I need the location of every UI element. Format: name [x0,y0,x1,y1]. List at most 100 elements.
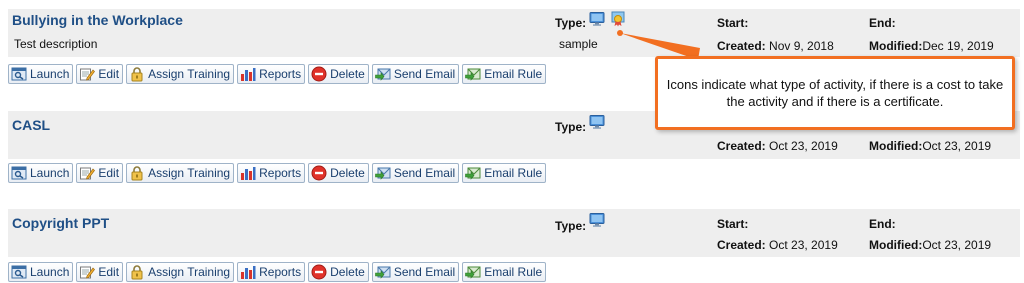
launch-icon [11,66,27,82]
start-label: Start: [717,16,749,30]
activity-title[interactable]: Copyright PPT [12,215,109,231]
activity-row: Copyright PPT Type: Start: End: Created:… [8,209,1020,257]
launch-label: Launch [30,166,70,180]
launch-label: Launch [30,67,70,81]
email-rule-label: Email Rule [484,265,543,279]
created-label: Created: [717,139,766,153]
launch-icon [11,165,27,181]
created-value: Oct 23, 2019 [769,238,838,252]
reports-label: Reports [259,166,302,180]
activity-title[interactable]: CASL [12,117,50,133]
reports-button[interactable]: Reports [237,163,306,183]
email-rule-button[interactable]: Email Rule [462,64,547,84]
modified-value: Oct 23, 2019 [922,238,992,252]
launch-button[interactable]: Launch [8,64,74,84]
delete-button[interactable]: Delete [308,163,369,183]
reports-button[interactable]: Reports [237,64,306,84]
activity-toolbar: Launch Edit Assign Training Reports Dele… [8,262,547,282]
assign-training-label: Assign Training [148,67,231,81]
delete-icon [311,165,327,181]
certificate-icon [610,11,626,27]
callout-text: Icons indicate what type of activity, if… [666,77,1004,109]
send-email-button[interactable]: Send Email [371,262,460,282]
send-email-button[interactable]: Send Email [371,163,460,183]
activity-row: Bullying in the Workplace Test descripti… [8,9,1020,57]
monitor-icon [589,12,605,26]
email-rule-icon [465,66,481,82]
edit-label: Edit [98,265,120,279]
send-email-icon [375,66,391,82]
bar-chart-icon [240,264,256,280]
callout-annotation: Icons indicate what type of activity, if… [655,56,1015,130]
edit-button[interactable]: Edit [76,163,124,183]
monitor-icon [589,115,605,129]
lock-icon [129,165,145,181]
activity-title[interactable]: Bullying in the Workplace [12,12,183,28]
start-label: Start: [717,217,749,231]
modified-value: Oct 23, 2019 [922,139,992,153]
created-value: Nov 9, 2018 [769,39,834,53]
edit-icon [79,66,95,82]
modified-date: Modified:Oct 23, 2019 [869,139,991,153]
assign-training-label: Assign Training [148,265,231,279]
email-rule-label: Email Rule [484,166,543,180]
edit-label: Edit [98,166,120,180]
launch-label: Launch [30,265,70,279]
reports-label: Reports [259,67,302,81]
end-label: End: [869,16,896,30]
created-label: Created: [717,238,766,252]
email-rule-button[interactable]: Email Rule [462,262,547,282]
delete-label: Delete [330,67,365,81]
lock-icon [129,66,145,82]
edit-label: Edit [98,67,120,81]
created-date: Created: Nov 9, 2018 [717,39,834,53]
send-email-label: Send Email [393,265,456,279]
activity-toolbar: Launch Edit Assign Training Reports Dele… [8,64,547,84]
edit-icon [79,264,95,280]
reports-label: Reports [259,265,302,279]
delete-label: Delete [330,265,365,279]
modified-label: Modified: [869,238,923,252]
created-date: Created: Oct 23, 2019 [717,238,838,252]
modified-date: Modified:Oct 23, 2019 [869,238,991,252]
end-label: End: [869,217,896,231]
reports-button[interactable]: Reports [237,262,306,282]
assign-training-label: Assign Training [148,166,231,180]
modified-label: Modified: [869,39,923,53]
email-rule-icon [465,165,481,181]
delete-button[interactable]: Delete [308,262,369,282]
email-rule-button[interactable]: Email Rule [462,163,547,183]
lock-icon [129,264,145,280]
delete-label: Delete [330,166,365,180]
assign-training-button[interactable]: Assign Training [126,262,235,282]
modified-date: Modified:Dec 19, 2019 [869,39,994,53]
email-rule-label: Email Rule [484,67,543,81]
assign-training-button[interactable]: Assign Training [126,64,235,84]
edit-button[interactable]: Edit [76,262,124,282]
bar-chart-icon [240,165,256,181]
send-email-label: Send Email [393,166,456,180]
activity-description: Test description [14,37,98,51]
send-email-icon [375,264,391,280]
send-email-icon [375,165,391,181]
send-email-button[interactable]: Send Email [371,64,460,84]
delete-icon [311,264,327,280]
type-label: Type: [555,219,587,233]
send-email-label: Send Email [393,67,456,81]
type-label: Type: [555,16,587,30]
launch-button[interactable]: Launch [8,262,74,282]
delete-button[interactable]: Delete [308,64,369,84]
created-date: Created: Oct 23, 2019 [717,139,838,153]
modified-value: Dec 19, 2019 [922,39,994,53]
email-rule-icon [465,264,481,280]
launch-icon [11,264,27,280]
edit-button[interactable]: Edit [76,64,124,84]
launch-button[interactable]: Launch [8,163,74,183]
monitor-icon [589,213,605,227]
edit-icon [79,165,95,181]
activity-toolbar: Launch Edit Assign Training Reports Dele… [8,163,547,183]
created-value: Oct 23, 2019 [769,139,838,153]
created-label: Created: [717,39,766,53]
assign-training-button[interactable]: Assign Training [126,163,235,183]
modified-label: Modified: [869,139,923,153]
